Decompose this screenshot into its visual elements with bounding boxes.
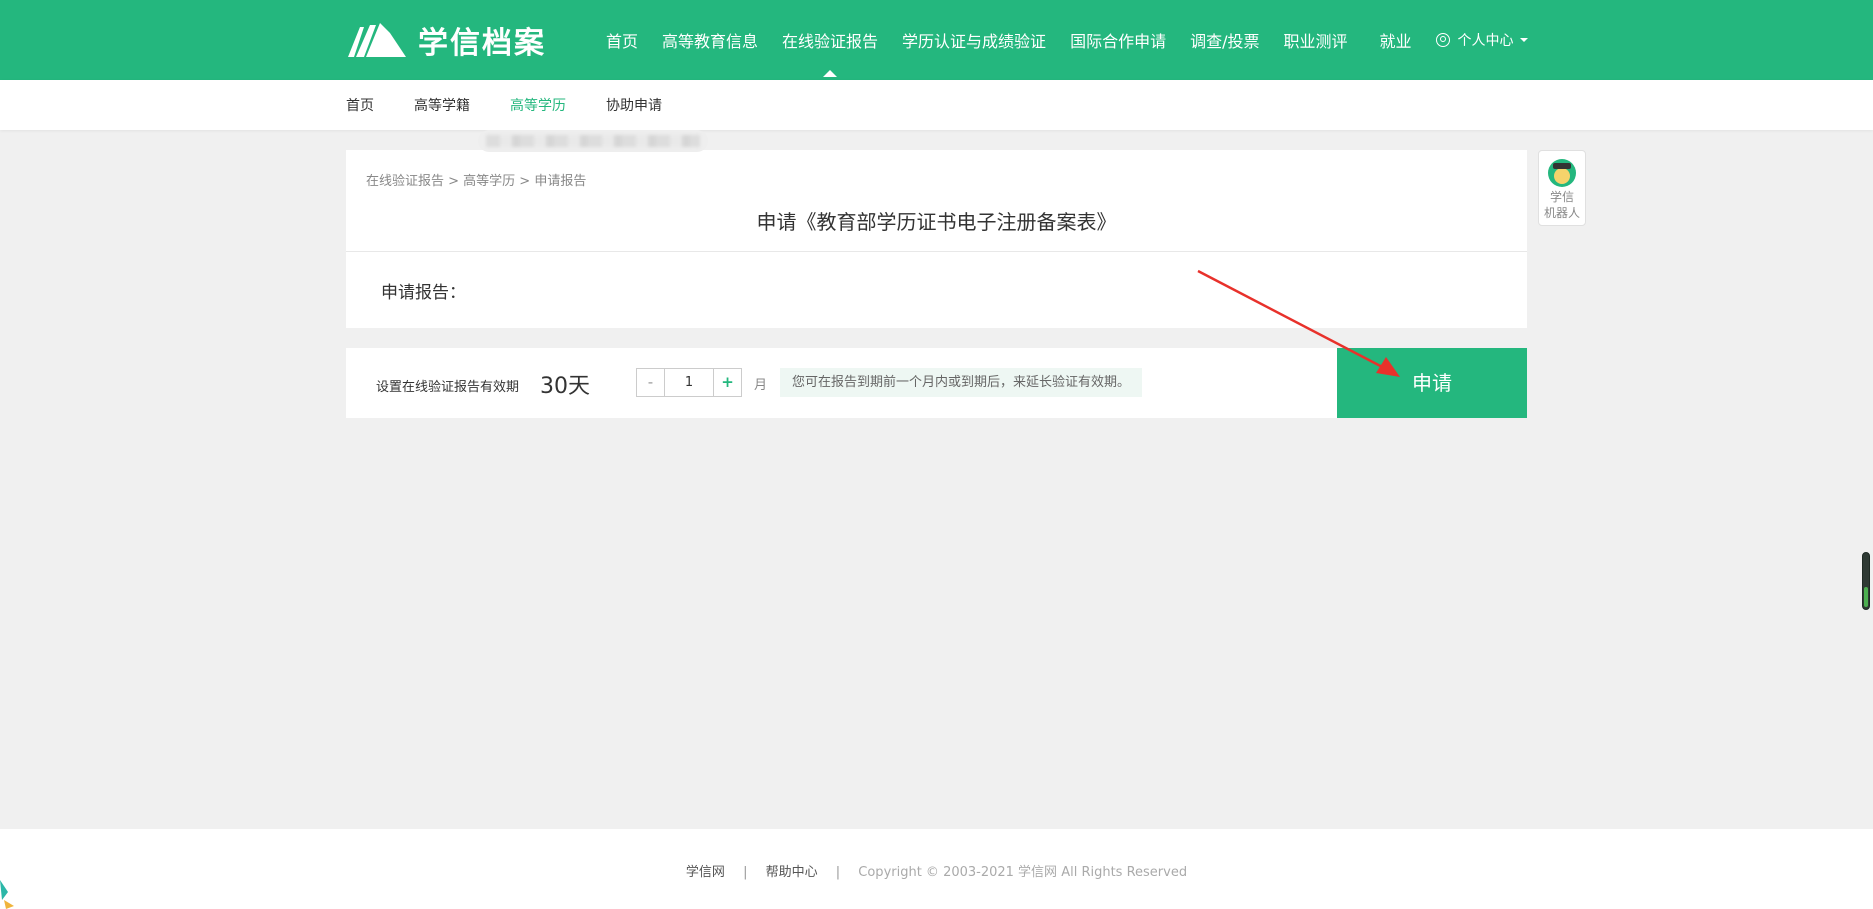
nav-item-home[interactable]: 首页 xyxy=(606,28,638,52)
page-title: 申请《教育部学历证书电子注册备案表》 xyxy=(756,210,1117,234)
breadcrumb: 在线验证报告 > 高等学历 > 申请报告 xyxy=(366,174,587,189)
corner-decoration-icon xyxy=(0,880,14,909)
user-menu-label: 个人中心 xyxy=(1457,33,1514,49)
decrement-button[interactable]: - xyxy=(637,369,665,396)
nav-item-online-verification-report[interactable]: 在线验证报告 xyxy=(782,28,878,77)
increment-button[interactable]: + xyxy=(713,369,741,396)
report-value-redacted xyxy=(478,130,708,152)
divider xyxy=(346,251,1527,252)
sub-nav: 首页 高等学籍 高等学历 协助申请 xyxy=(0,80,1873,130)
user-circle-icon xyxy=(1435,33,1450,47)
report-label: 申请报告： xyxy=(381,283,466,303)
logo-text: 学信档案 xyxy=(418,26,546,61)
scrollbar[interactable] xyxy=(1862,552,1870,610)
subnav-item-academic-degree[interactable]: 高等学历 xyxy=(510,95,566,115)
validity-label: 设置在线验证报告有效期 xyxy=(376,380,520,395)
robot-assistant[interactable]: 学信 机器人 xyxy=(1538,150,1586,226)
main-nav: 首页 高等教育信息 在线验证报告 学历认证与成绩验证 国际合作申请 调查/投票 … xyxy=(606,0,1552,80)
nav-item-employment[interactable]: 就业 xyxy=(1380,28,1412,52)
chevron-down-icon xyxy=(1519,38,1528,42)
footer-link-help-center[interactable]: 帮助中心 xyxy=(766,865,818,880)
month-unit-label: 月 xyxy=(754,378,768,393)
footer-separator: | xyxy=(743,865,748,880)
nav-item-survey-vote[interactable]: 调查/投票 xyxy=(1190,28,1259,52)
nav-item-higher-education-info[interactable]: 高等教育信息 xyxy=(662,28,758,52)
footer: 学信网 | 帮助中心 | Copyright © 2003-2021 学信网 A… xyxy=(0,829,1873,909)
nav-item-career-assessment[interactable]: 职业测评 xyxy=(1283,28,1347,52)
robot-label-line1: 学信 xyxy=(1549,190,1574,204)
footer-copyright: Copyright © 2003-2021 学信网 All Rights Res… xyxy=(858,865,1188,880)
months-input[interactable] xyxy=(665,369,713,396)
site-logo[interactable]: 学信档案 xyxy=(346,20,546,61)
user-menu[interactable]: 个人中心 xyxy=(1435,30,1528,50)
validity-hint: 您可在报告到期前一个月内或到期后，来延长验证有效期。 xyxy=(780,368,1143,397)
subnav-item-student-status[interactable]: 高等学籍 xyxy=(414,95,470,115)
nav-item-degree-certification[interactable]: 学历认证与成绩验证 xyxy=(902,28,1046,52)
subnav-item-assisted-application[interactable]: 协助申请 xyxy=(606,95,662,115)
nav-item-international-cooperation[interactable]: 国际合作申请 xyxy=(1070,28,1166,52)
robot-avatar-icon xyxy=(1548,159,1576,187)
months-stepper: - + xyxy=(636,368,742,397)
footer-link-xuexin[interactable]: 学信网 xyxy=(686,865,725,880)
footer-separator: | xyxy=(835,865,841,880)
validity-days: 30天 xyxy=(540,374,590,399)
annotation-arrow-icon xyxy=(1197,269,1400,377)
robot-label-line2: 机器人 xyxy=(1543,206,1580,220)
logo-icon xyxy=(348,23,406,57)
top-header: 学信档案 首页 高等教育信息 在线验证报告 学历认证与成绩验证 国际合作申请 调… xyxy=(0,0,1873,80)
subnav-item-home[interactable]: 首页 xyxy=(346,95,374,115)
